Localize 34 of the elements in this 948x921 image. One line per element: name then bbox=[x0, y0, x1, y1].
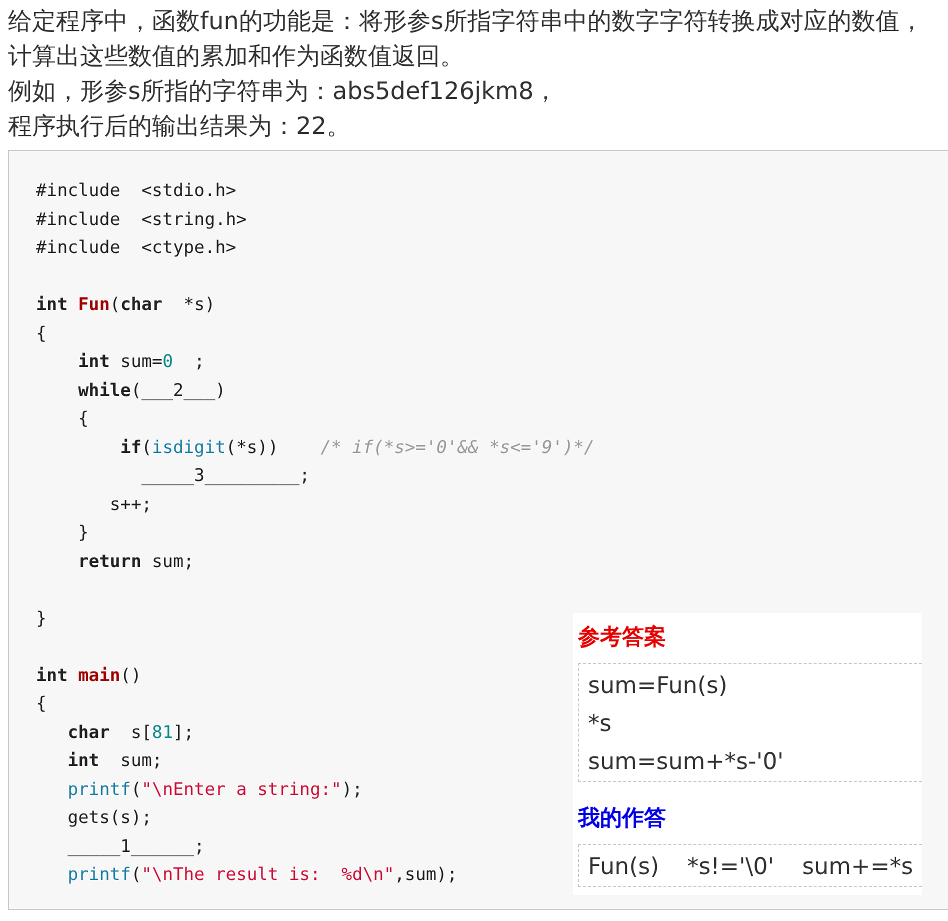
code-line: printf("\nThe result is: %d\n",sum); bbox=[66, 864, 458, 887]
code-line: int main() bbox=[36, 664, 142, 688]
code-line: int Fun(char *s) bbox=[36, 294, 216, 317]
code-line: int sum=0 ; bbox=[77, 351, 205, 374]
code-line: _____3_________; bbox=[140, 465, 310, 488]
code-line: #include <string.h> bbox=[36, 208, 247, 232]
code-line: printf("\nEnter a string:"); bbox=[66, 778, 363, 802]
code-line: if(isdigit(*s)) /* if(*s>='0'&& *s<='9')*/ bbox=[119, 436, 594, 460]
question-text: 给定程序中，函数fun的功能是：将形参s所指字符串中的数字字符转换成对应的数值， bbox=[8, 6, 924, 37]
code-line: { bbox=[36, 693, 47, 716]
answer-text: sum+=*s bbox=[802, 853, 914, 882]
my-answer-title: 我的作答 bbox=[578, 805, 666, 833]
code-line: #include <stdio.h> bbox=[36, 180, 236, 203]
reference-answer-title: 参考答案 bbox=[578, 624, 666, 652]
question-text: 程序执行后的输出结果为：22。 bbox=[8, 111, 351, 142]
code-line: while(___2___) bbox=[77, 380, 226, 402]
code-line: { bbox=[77, 408, 89, 431]
code-line: return sum; bbox=[77, 550, 194, 574]
code-line: } bbox=[36, 608, 47, 630]
code-line: gets(s); bbox=[66, 807, 152, 830]
code-line: } bbox=[77, 522, 89, 545]
code-line: #include <ctype.h> bbox=[36, 237, 236, 260]
code-line: char s[81]; bbox=[66, 722, 194, 744]
code-line: int sum; bbox=[66, 750, 162, 773]
question-text: 计算出这些数值的累加和作为函数值返回。 bbox=[8, 41, 464, 72]
answer-text: *s!='\0' bbox=[687, 853, 774, 882]
answer-text: *s bbox=[588, 710, 612, 739]
question-text: 例如，形参s所指的字符串为：abs5def126jkm8， bbox=[8, 76, 558, 107]
answer-text: sum=Fun(s) bbox=[588, 672, 728, 701]
answer-text: sum=sum+*s-'0' bbox=[588, 748, 784, 777]
code-line: _____1______; bbox=[66, 836, 205, 858]
answer-text: Fun(s) bbox=[588, 853, 660, 882]
code-line: { bbox=[36, 322, 47, 346]
code-line: s++; bbox=[108, 494, 152, 516]
